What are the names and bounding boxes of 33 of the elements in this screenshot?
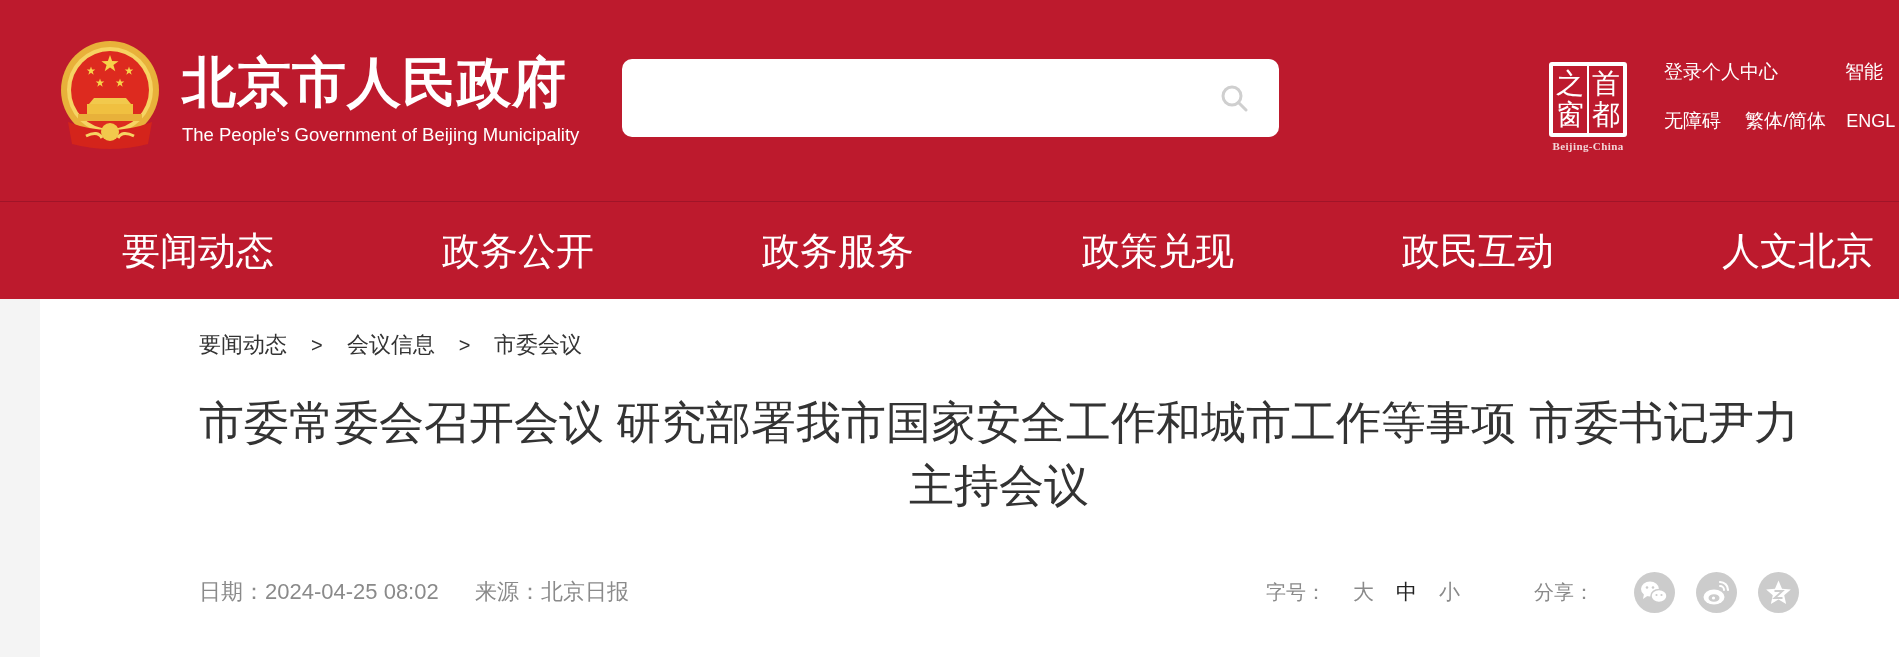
- chat-bubbles-icon[interactable]: [1634, 571, 1675, 613]
- top-link[interactable]: 繁体/简体: [1745, 109, 1827, 133]
- seal-text: 之窗: [1556, 68, 1584, 131]
- top-link[interactable]: 登录个人中心: [1664, 60, 1778, 84]
- breadcrumb-link[interactable]: 市委会议: [494, 332, 583, 358]
- top-link[interactable]: 无障碍: [1664, 109, 1721, 133]
- swirl-eye-icon[interactable]: [1696, 571, 1737, 613]
- seal-text: 首都: [1592, 68, 1620, 131]
- publish-date: 日期：2024-04-25 08:02: [199, 579, 439, 605]
- top-link[interactable]: 智能: [1845, 60, 1883, 84]
- breadcrumb-separator: >: [458, 333, 471, 358]
- site-subtitle: The People's Government of Beijing Municipality: [182, 125, 580, 145]
- nav-link[interactable]: 政务服务: [762, 227, 914, 274]
- font-size-option[interactable]: 大: [1353, 579, 1374, 605]
- font-size-option[interactable]: 小: [1439, 579, 1460, 605]
- font-size-option[interactable]: 中: [1396, 579, 1417, 605]
- seal-caption: Beijing-China: [1552, 140, 1624, 152]
- nav-link[interactable]: 要闻动态: [122, 227, 274, 274]
- breadcrumb-separator: >: [311, 333, 323, 358]
- top-link[interactable]: ENGL: [1846, 109, 1896, 133]
- nav-link[interactable]: 政策兑现: [1082, 227, 1234, 274]
- nav-link[interactable]: 政民互动: [1402, 227, 1554, 274]
- breadcrumb-link[interactable]: 要闻动态: [199, 332, 287, 358]
- nav-link[interactable]: 人文北京: [1722, 227, 1874, 274]
- site-title: 北京市人民政府: [182, 52, 567, 112]
- font-size-label: 字号：: [1266, 580, 1326, 605]
- search-icon[interactable]: [1220, 84, 1248, 112]
- article-source: 来源：北京日报: [474, 579, 629, 605]
- article-title: 市委常委会召开会议 研究部署我市国家安全工作和城市工作等事项 市委书记尹力主持会议: [198, 396, 1800, 513]
- breadcrumb-link[interactable]: 会议信息: [346, 332, 435, 358]
- share-label: 分享：: [1534, 580, 1594, 605]
- nav-link[interactable]: 政务公开: [442, 227, 594, 274]
- search-field[interactable]: [622, 59, 1279, 137]
